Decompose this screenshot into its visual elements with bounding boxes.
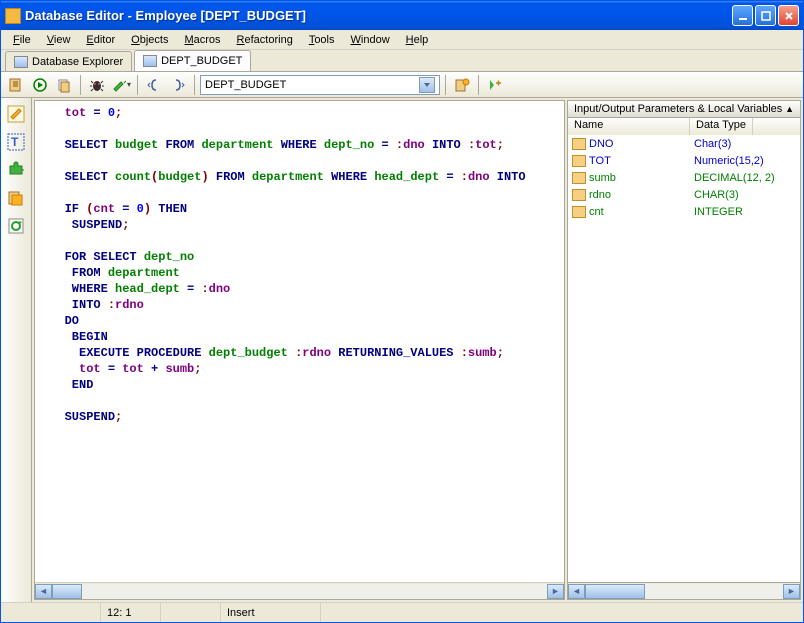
minimize-button[interactable] [732, 5, 753, 26]
close-button[interactable] [778, 5, 799, 26]
menu-macros[interactable]: Macros [176, 32, 228, 48]
app-window: Database Editor - Employee [DEPT_BUDGET]… [0, 0, 804, 623]
scroll-left-button[interactable]: ◄ [568, 584, 585, 599]
tab-dept-budget[interactable]: DEPT_BUDGET [134, 50, 251, 71]
separator [445, 75, 446, 95]
menubar: File View Editor Objects Macros Refactor… [1, 30, 803, 50]
main-area: T tot = 0; SELECT budget FROM department… [1, 98, 803, 602]
list-item[interactable]: DNO Char(3) [568, 135, 800, 152]
menu-view[interactable]: View [39, 32, 79, 48]
code-editor-panel: tot = 0; SELECT budget FROM department W… [34, 100, 565, 600]
param-type: Numeric(15,2) [690, 155, 768, 167]
titlebar[interactable]: Database Editor - Employee [DEPT_BUDGET] [1, 1, 803, 30]
files-panel-button[interactable] [4, 186, 28, 210]
collapse-icon[interactable]: ▲ [785, 104, 794, 114]
param-icon [572, 172, 586, 184]
debug-button[interactable] [86, 74, 108, 96]
scroll-thumb[interactable] [52, 584, 82, 599]
highlight-button[interactable]: ▾ [110, 74, 132, 96]
param-name: cnt [589, 206, 604, 218]
maximize-button[interactable] [755, 5, 776, 26]
tab-label: DEPT_BUDGET [161, 55, 242, 67]
menu-editor[interactable]: Editor [78, 32, 123, 48]
param-name: sumb [589, 172, 616, 184]
edit-panel-button[interactable] [4, 102, 28, 126]
param-type: CHAR(3) [690, 189, 743, 201]
parameters-panel: Input/Output Parameters & Local Variable… [567, 100, 801, 600]
scroll-thumb[interactable] [585, 584, 645, 599]
list-item[interactable]: rdno CHAR(3) [568, 186, 800, 203]
combo-value: DEPT_BUDGET [205, 79, 419, 91]
status-spacer [321, 603, 803, 622]
status-empty [1, 603, 101, 622]
svg-text:T: T [11, 135, 19, 149]
combo-dropdown-button[interactable] [419, 77, 435, 93]
param-icon [572, 155, 586, 167]
list-item[interactable]: sumb DECIMAL(12, 2) [568, 169, 800, 186]
parameters-list: DNO Char(3) TOT Numeric(15,2) sumb DECIM… [567, 135, 801, 583]
status-modified [161, 603, 221, 622]
toolbar: ▾ DEPT_BUDGET [1, 72, 803, 98]
db-explorer-icon [14, 56, 28, 68]
panel-title: Input/Output Parameters & Local Variable… [574, 103, 782, 115]
run-button[interactable] [29, 74, 51, 96]
window-controls [732, 5, 799, 26]
separator [478, 75, 479, 95]
procedure-icon [143, 55, 157, 67]
col-type-header[interactable]: Data Type [690, 118, 753, 135]
list-item[interactable]: cnt INTEGER [568, 203, 800, 220]
param-icon [572, 138, 586, 150]
object-combo[interactable]: DEPT_BUDGET [200, 75, 440, 95]
menu-objects[interactable]: Objects [123, 32, 176, 48]
add-button[interactable] [484, 74, 506, 96]
param-name: TOT [589, 155, 611, 167]
scroll-track[interactable] [585, 584, 783, 599]
param-name: DNO [589, 138, 613, 150]
param-type: INTEGER [690, 206, 747, 218]
panel-hscrollbar[interactable]: ◄ ► [567, 583, 801, 600]
column-headers: Name Data Type [567, 118, 801, 135]
separator [80, 75, 81, 95]
status-cursor-position: 12: 1 [101, 603, 161, 622]
param-type: Char(3) [690, 138, 735, 150]
param-type: DECIMAL(12, 2) [690, 172, 779, 184]
puzzle-panel-button[interactable] [4, 158, 28, 182]
separator [194, 75, 195, 95]
menu-file[interactable]: File [5, 32, 39, 48]
compile-button[interactable] [5, 74, 27, 96]
scroll-right-button[interactable]: ► [547, 584, 564, 599]
window-title: Database Editor - Employee [DEPT_BUDGET] [25, 8, 732, 23]
param-icon [572, 206, 586, 218]
text-panel-button[interactable]: T [4, 130, 28, 154]
menu-window[interactable]: Window [343, 32, 398, 48]
scroll-track[interactable] [52, 584, 547, 599]
statusbar: 12: 1 Insert [1, 602, 803, 622]
side-toolbar: T [1, 98, 32, 602]
menu-tools[interactable]: Tools [301, 32, 343, 48]
refresh-panel-button[interactable] [4, 214, 28, 238]
editor-hscrollbar[interactable]: ◄ ► [35, 582, 564, 599]
scroll-right-button[interactable]: ► [783, 584, 800, 599]
bracket-right-button[interactable] [167, 74, 189, 96]
sync-button[interactable] [451, 74, 473, 96]
status-insert-mode: Insert [221, 603, 321, 622]
col-name-header[interactable]: Name [568, 118, 690, 135]
bracket-left-button[interactable] [143, 74, 165, 96]
menu-refactoring[interactable]: Refactoring [229, 32, 301, 48]
param-icon [572, 189, 586, 201]
param-name: rdno [589, 189, 611, 201]
tab-database-explorer[interactable]: Database Explorer [5, 51, 132, 71]
panel-header[interactable]: Input/Output Parameters & Local Variable… [567, 100, 801, 118]
tab-label: Database Explorer [32, 56, 123, 68]
duplicate-button[interactable] [53, 74, 75, 96]
code-editor[interactable]: tot = 0; SELECT budget FROM department W… [35, 101, 564, 582]
menu-help[interactable]: Help [398, 32, 437, 48]
separator [137, 75, 138, 95]
scroll-left-button[interactable]: ◄ [35, 584, 52, 599]
list-item[interactable]: TOT Numeric(15,2) [568, 152, 800, 169]
app-icon [5, 8, 21, 24]
tab-bar: Database Explorer DEPT_BUDGET [1, 50, 803, 72]
